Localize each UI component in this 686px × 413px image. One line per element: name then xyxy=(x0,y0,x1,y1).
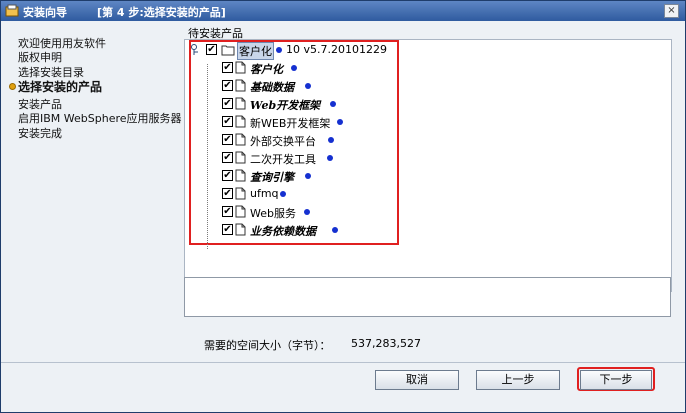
installer-icon xyxy=(5,4,19,17)
document-icon xyxy=(235,169,246,182)
tree-item-checkbox[interactable]: ✔ xyxy=(222,62,233,73)
tree-item-checkbox[interactable]: ✔ xyxy=(222,116,233,127)
tree-item-label: Web服务 xyxy=(250,207,296,220)
product-tree[interactable]: ✔ 客户化 10 v5.7.20101229 ✔ 客户化 ✔ 基础数据 ✔ We… xyxy=(184,39,672,292)
status-dot-icon xyxy=(337,119,343,125)
tree-root-status-dot xyxy=(276,47,282,53)
previous-button[interactable]: 上一步 xyxy=(476,370,560,390)
footer-separator xyxy=(1,362,685,363)
document-icon xyxy=(235,115,246,128)
tree-item[interactable]: ✔ ufmq xyxy=(222,186,392,202)
tree-item-label: 二次开发工具 xyxy=(250,153,316,166)
step-select-products: 选择安装的产品 xyxy=(9,78,102,95)
tree-item[interactable]: ✔ Web开发框架 xyxy=(222,96,392,112)
status-dot-icon xyxy=(304,209,310,215)
document-icon xyxy=(235,187,246,200)
tree-item[interactable]: ✔ Web服务 xyxy=(222,204,392,220)
required-space-value: 537,283,527 xyxy=(351,337,421,350)
step-copyright: 版权申明 xyxy=(18,51,62,64)
tree-item-label: Web开发框架 xyxy=(250,99,321,112)
document-icon xyxy=(235,223,246,236)
tree-root-label[interactable]: 客户化 xyxy=(237,42,274,60)
document-icon xyxy=(235,205,246,218)
tree-item[interactable]: ✔ 二次开发工具 xyxy=(222,150,392,166)
step-finish: 安装完成 xyxy=(18,127,62,140)
status-dot-icon xyxy=(305,173,311,179)
status-dot-icon xyxy=(328,137,334,143)
tree-item-label: 业务依赖数据 xyxy=(250,225,316,238)
wizard-steps-sidebar: 欢迎使用用友软件 版权申明 选择安装目录 选择安装的产品 安装产品 启用IBM … xyxy=(1,21,182,363)
tree-item-checkbox[interactable]: ✔ xyxy=(222,134,233,145)
cancel-button[interactable]: 取消 xyxy=(375,370,459,390)
tree-connector-line xyxy=(207,64,208,249)
tree-root-checkbox[interactable]: ✔ xyxy=(206,44,217,55)
tree-item-label: 外部交换平台 xyxy=(250,135,316,148)
tree-root-row[interactable]: ✔ 客户化 10 v5.7.20101229 xyxy=(190,42,410,60)
title-bar: 安装向导 [第 4 步:选择安装的产品] × xyxy=(1,1,685,21)
tree-item-checkbox[interactable]: ✔ xyxy=(222,188,233,199)
window-title: 安装向导 xyxy=(23,6,67,19)
step-select-products-label: 选择安装的产品 xyxy=(18,80,103,94)
next-button[interactable]: 下一步 xyxy=(580,370,652,390)
document-icon xyxy=(235,61,246,74)
status-dot-icon xyxy=(305,83,311,89)
tree-root-version: 10 v5.7.20101229 xyxy=(286,43,387,56)
tree-item[interactable]: ✔ 业务依赖数据 xyxy=(222,222,392,238)
status-dot-icon xyxy=(280,191,286,197)
tree-item-label: 客户化 xyxy=(250,63,283,76)
document-icon xyxy=(235,97,246,110)
tree-item-checkbox[interactable]: ✔ xyxy=(222,170,233,181)
tree-item-checkbox[interactable]: ✔ xyxy=(222,80,233,91)
tree-item[interactable]: ✔ 客户化 xyxy=(222,60,392,76)
tree-item-label: 基础数据 xyxy=(250,81,294,94)
tree-item[interactable]: ✔ 基础数据 xyxy=(222,78,392,94)
tree-item[interactable]: ✔ 外部交换平台 xyxy=(222,132,392,148)
folder-icon xyxy=(221,45,235,56)
status-dot-icon xyxy=(327,155,333,161)
tree-item-checkbox[interactable]: ✔ xyxy=(222,98,233,109)
tree-item-label: 新WEB开发框架 xyxy=(250,117,331,130)
status-dot-icon xyxy=(291,65,297,71)
description-box xyxy=(184,277,671,317)
document-icon xyxy=(235,79,246,92)
tree-item-label: ufmq xyxy=(250,187,279,200)
tree-item[interactable]: ✔ 查询引擎 xyxy=(222,168,392,184)
tree-item-checkbox[interactable]: ✔ xyxy=(222,206,233,217)
required-space-label: 需要的空间大小（字节）： xyxy=(204,339,331,352)
document-icon xyxy=(235,133,246,146)
step-title: [第 4 步:选择安装的产品] xyxy=(97,6,226,19)
status-dot-icon xyxy=(330,101,336,107)
product-selection-panel: 待安装产品 ✔ 客户化 10 v5.7.20101229 ✔ 客户化 ✔ 基础数… xyxy=(181,21,675,363)
installer-window: 安装向导 [第 4 步:选择安装的产品] × 欢迎使用用友软件 版权申明 选择安… xyxy=(0,0,686,413)
document-icon xyxy=(235,151,246,164)
close-button[interactable]: × xyxy=(664,4,679,18)
status-dot-icon xyxy=(332,227,338,233)
tree-item[interactable]: ✔ 新WEB开发框架 xyxy=(222,114,392,130)
tree-root-handle-icon[interactable] xyxy=(190,44,200,56)
tree-item-checkbox[interactable]: ✔ xyxy=(222,152,233,163)
tree-item-label: 查询引擎 xyxy=(250,171,294,184)
current-step-bullet-icon xyxy=(9,83,16,90)
step-enable-websphere: 启用IBM WebSphere应用服务器 xyxy=(18,112,182,125)
tree-item-checkbox[interactable]: ✔ xyxy=(222,224,233,235)
